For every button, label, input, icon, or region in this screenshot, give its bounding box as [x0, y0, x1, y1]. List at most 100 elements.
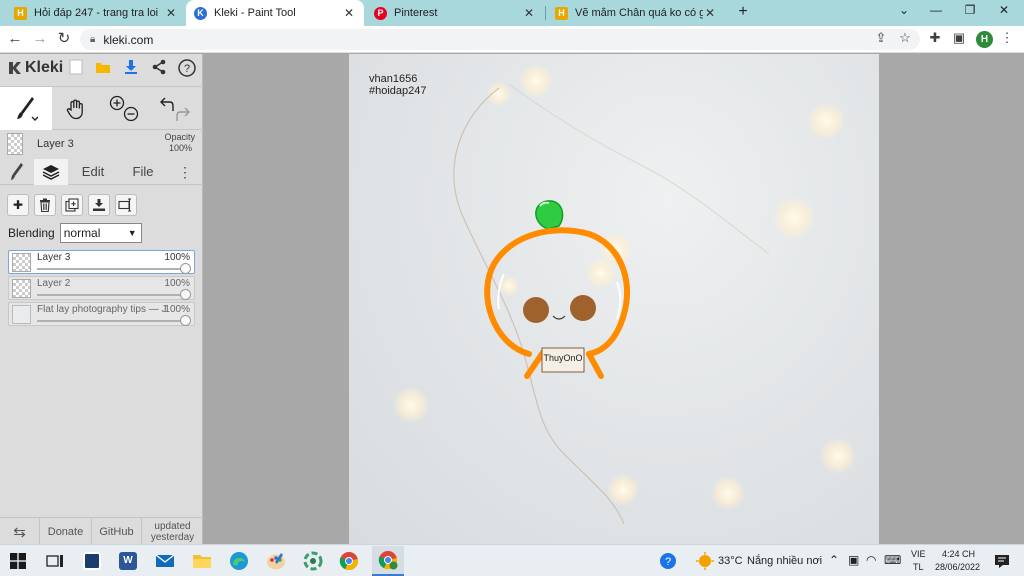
layer-opacity-track[interactable] [37, 268, 187, 270]
address-bar[interactable]: 🔒︎ kleki.com [80, 29, 920, 50]
brush-tool[interactable] [0, 87, 52, 130]
weather-temperature[interactable]: 33°C [718, 555, 743, 567]
tab-brush-settings[interactable] [0, 159, 34, 185]
profile-avatar[interactable]: H [976, 31, 993, 48]
tab-file[interactable]: File [120, 159, 166, 185]
delete-layer-button[interactable] [34, 194, 56, 216]
help-icon[interactable]: ? [177, 59, 197, 79]
lock-icon[interactable]: 🔒︎ [90, 34, 95, 45]
open-folder-icon[interactable] [93, 59, 113, 79]
updated-line-1: updated [154, 521, 191, 532]
close-window-icon[interactable]: ✕ [992, 3, 1016, 17]
url-text: kleki.com [103, 32, 154, 47]
signature-text: vhan1656 #hoidap247 [369, 73, 427, 97]
share-icon[interactable] [149, 59, 169, 79]
undo-redo-tool[interactable] [153, 87, 197, 130]
updated-line-2: yesterday [150, 532, 195, 543]
right-eye [570, 295, 596, 321]
layer-opacity-track[interactable] [37, 320, 187, 322]
layer-opacity-handle[interactable] [180, 263, 191, 274]
active-layer-name: Layer 3 [37, 138, 74, 150]
share-icon[interactable]: ⇪ [872, 30, 890, 46]
paint-icon[interactable] [264, 549, 288, 573]
chrome-profile-icon[interactable] [372, 546, 404, 576]
kleki-logo-icon [9, 62, 21, 74]
chevron-down-icon: ▼ [127, 228, 137, 238]
layer-thumbnail [12, 253, 31, 272]
chrome-icon[interactable] [337, 549, 361, 573]
file-explorer-icon[interactable] [190, 549, 214, 573]
layer-opacity-handle[interactable] [180, 315, 191, 326]
language-line-2[interactable]: TL [913, 562, 924, 572]
wifi-icon[interactable]: ◠ [866, 553, 876, 567]
tab-search-icon[interactable]: ⌄ [892, 3, 916, 17]
new-image-icon[interactable] [66, 59, 86, 79]
minimize-icon[interactable]: — [924, 3, 948, 17]
duplicate-layer-button[interactable] [61, 194, 83, 216]
hand-icon [66, 99, 83, 119]
merge-layer-button[interactable] [88, 194, 110, 216]
download-icon[interactable] [121, 59, 141, 79]
close-icon[interactable]: ✕ [342, 6, 356, 20]
layer-opacity: 100% [164, 304, 190, 315]
clock-date[interactable]: 28/06/2022 [935, 562, 980, 572]
add-layer-button[interactable]: ✚ [7, 194, 29, 216]
layer-item[interactable]: Flat lay photography tips — J 100% [8, 302, 195, 326]
zoom-app-icon[interactable] [80, 549, 104, 573]
layer-opacity-track[interactable] [37, 294, 187, 296]
side-panel-icon[interactable]: ▣ [950, 30, 968, 46]
tab-hoidap-question[interactable]: H Vẽ mắm Chân quá ko có gì chơi ✕ [547, 0, 725, 26]
layer-item[interactable]: Layer 2 100% [8, 276, 195, 300]
forward-icon[interactable]: → [31, 30, 49, 48]
menu-icon[interactable]: ⋮ [998, 30, 1016, 46]
language-line-1[interactable]: VIE [911, 549, 926, 559]
reload-icon[interactable]: ↻ [55, 30, 73, 48]
signature-line-1: vhan1656 [369, 73, 418, 85]
windows-start-icon[interactable] [6, 549, 30, 573]
kleki-logo[interactable]: Kleki [6, 59, 63, 77]
word-icon[interactable]: W [116, 549, 140, 573]
drawing-canvas[interactable]: ThuyOnO vhan1656 #hoidap247 [349, 54, 879, 544]
weather-description[interactable]: Nắng nhiều nơi [747, 555, 822, 567]
zoom-tool[interactable] [103, 87, 147, 130]
edge-icon[interactable] [227, 549, 251, 573]
close-icon[interactable]: ✕ [522, 6, 536, 20]
more-options-icon[interactable]: ⋮ [172, 159, 198, 185]
layer-thumbnail[interactable] [7, 133, 23, 155]
swap-sidebar-icon[interactable]: ⇆ [0, 518, 40, 546]
rename-layer-button[interactable] [115, 194, 137, 216]
blending-select[interactable]: normal ▼ [59, 223, 142, 243]
photo-icon[interactable]: ▣ [848, 553, 859, 567]
tab-hoidap[interactable]: H Hỏi đáp 247 - trang tra loi ✕ [6, 0, 186, 26]
brush-icon [11, 163, 23, 180]
close-icon[interactable]: ✕ [164, 6, 178, 20]
donate-link[interactable]: Donate [40, 518, 92, 546]
restore-icon[interactable]: ❐ [958, 3, 982, 17]
help-tips-icon[interactable]: ? [656, 549, 680, 573]
tab-pinterest[interactable]: P Pinterest ✕ [366, 0, 544, 26]
keyboard-icon[interactable]: ⌨ [884, 553, 901, 567]
mail-icon[interactable] [153, 549, 177, 573]
tab-edit[interactable]: Edit [70, 159, 116, 185]
trash-icon [40, 198, 50, 213]
kleki-brand: Kleki [25, 59, 64, 76]
signature-line-2: #hoidap247 [369, 85, 427, 97]
back-icon[interactable]: ← [6, 30, 24, 48]
hand-tool[interactable] [52, 87, 100, 130]
clock-time[interactable]: 4:24 CH [942, 549, 975, 559]
task-view-icon[interactable] [43, 549, 67, 573]
changelog-link[interactable]: updated yesterday [142, 518, 203, 546]
extensions-icon[interactable]: ✚ [926, 30, 944, 46]
close-icon[interactable]: ✕ [703, 6, 717, 20]
layer-item[interactable]: Layer 3 100% [8, 250, 195, 274]
bookmark-star-icon[interactable]: ☆ [896, 30, 914, 46]
tab-layers[interactable] [34, 159, 68, 185]
tray-expand-icon[interactable]: ⌃ [829, 553, 839, 567]
tab-kleki[interactable]: K Kleki - Paint Tool ✕ [186, 0, 364, 26]
new-tab-button[interactable]: + [733, 2, 753, 22]
notification-icon[interactable] [990, 549, 1014, 573]
hoidap-logo-icon: H [14, 6, 27, 20]
layer-opacity-handle[interactable] [180, 289, 191, 300]
github-link[interactable]: GitHub [92, 518, 142, 546]
app-icon[interactable] [301, 549, 325, 573]
